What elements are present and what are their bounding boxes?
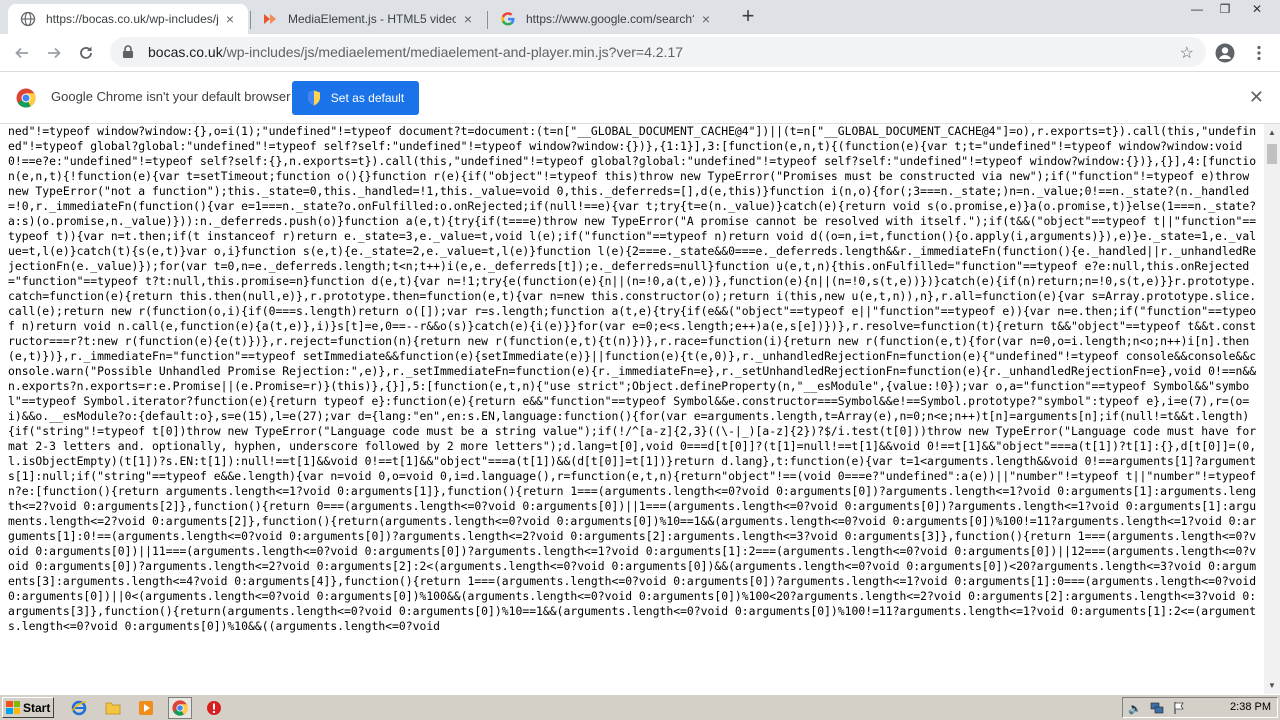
vertical-scrollbar[interactable]: ▲ ▼	[1264, 124, 1280, 694]
arrow-left-icon	[15, 47, 28, 59]
chrome-icon[interactable]	[168, 697, 192, 719]
reload-button[interactable]	[73, 40, 99, 66]
system-tray: 🔈 2:38 PM	[1122, 697, 1278, 718]
restore-button[interactable]: ❐	[1208, 0, 1242, 20]
tab-title: https://bocas.co.uk/wp-includes/js/m	[46, 12, 218, 26]
scrollbar-thumb[interactable]	[1267, 144, 1277, 164]
scroll-up-icon[interactable]: ▲	[1268, 128, 1276, 137]
scroll-down-icon[interactable]: ▼	[1268, 681, 1276, 690]
shield-icon	[307, 90, 320, 106]
flag-notification-icon[interactable]	[1171, 700, 1187, 716]
start-label: Start	[23, 700, 51, 715]
back-button[interactable]	[9, 40, 35, 66]
tab-close-icon[interactable]: ×	[698, 11, 714, 27]
arrow-right-icon	[48, 47, 61, 59]
tab-mediaelement[interactable]: MediaElement.js - HTML5 video and a ×	[250, 4, 486, 34]
new-tab-button[interactable]: +	[737, 5, 759, 28]
chrome-logo-icon	[16, 88, 36, 108]
volume-icon[interactable]: 🔈	[1127, 700, 1143, 716]
google-icon	[500, 11, 516, 27]
infobar-message: Google Chrome isn't your default browser	[51, 89, 291, 104]
set-as-default-label: Set as default	[330, 91, 405, 105]
tab-close-icon[interactable]: ×	[222, 11, 238, 27]
url-host: bocas.co.uk	[148, 44, 223, 60]
profile-button[interactable]	[1212, 40, 1238, 66]
default-browser-infobar: Google Chrome isn't your default browser…	[0, 71, 1280, 124]
window-close-button[interactable]: ✕	[1240, 0, 1274, 20]
tab-close-icon[interactable]: ×	[460, 11, 476, 27]
javascript-source: s[n].exports}for(var u="function"==typeo…	[8, 124, 1257, 633]
browser-toolbar: bocas.co.uk/wp-includes/js/mediaelement/…	[0, 34, 1280, 71]
reload-icon	[80, 46, 92, 59]
menu-button[interactable]	[1246, 40, 1272, 66]
forward-button[interactable]	[41, 40, 67, 66]
infobar-close-icon[interactable]: ✕	[1249, 87, 1264, 108]
globe-icon	[20, 11, 36, 27]
tab-title: https://www.google.com/search?q=	[526, 12, 694, 26]
tab-title: MediaElement.js - HTML5 video and a	[288, 12, 456, 26]
network-icon[interactable]	[1149, 700, 1165, 716]
tab-strip: https://bocas.co.uk/wp-includes/js/m × M…	[0, 0, 1280, 34]
url-path: /wp-includes/js/mediaelement/mediaelemen…	[222, 44, 684, 60]
folder-icon[interactable]	[104, 699, 122, 717]
set-as-default-button[interactable]: Set as default	[292, 81, 419, 115]
more-vert-icon	[1257, 45, 1261, 61]
avatar-icon	[1215, 43, 1235, 63]
address-bar[interactable]: bocas.co.uk/wp-includes/js/mediaelement/…	[110, 37, 1206, 67]
url-text: bocas.co.uk/wp-includes/js/mediaelement/…	[148, 44, 683, 60]
mediaelement-icon	[262, 11, 278, 27]
start-button[interactable]: Start	[2, 697, 54, 718]
media-player-icon[interactable]	[137, 699, 155, 717]
ie-icon[interactable]	[70, 699, 88, 717]
lock-icon	[120, 44, 136, 60]
taskbar-clock: 2:38 PM	[1230, 701, 1271, 713]
tab-bocas-js[interactable]: https://bocas.co.uk/wp-includes/js/m ×	[8, 4, 248, 34]
page-content: s[n].exports}for(var u="function"==typeo…	[0, 124, 1264, 694]
star-icon[interactable]: ☆	[1180, 43, 1194, 63]
windows-flag-icon	[6, 701, 20, 714]
tab-google-search[interactable]: https://www.google.com/search?q= ×	[488, 4, 724, 34]
windows-taskbar: Start 🔈 2:38 PM	[0, 694, 1280, 720]
stop-icon[interactable]	[205, 699, 223, 717]
